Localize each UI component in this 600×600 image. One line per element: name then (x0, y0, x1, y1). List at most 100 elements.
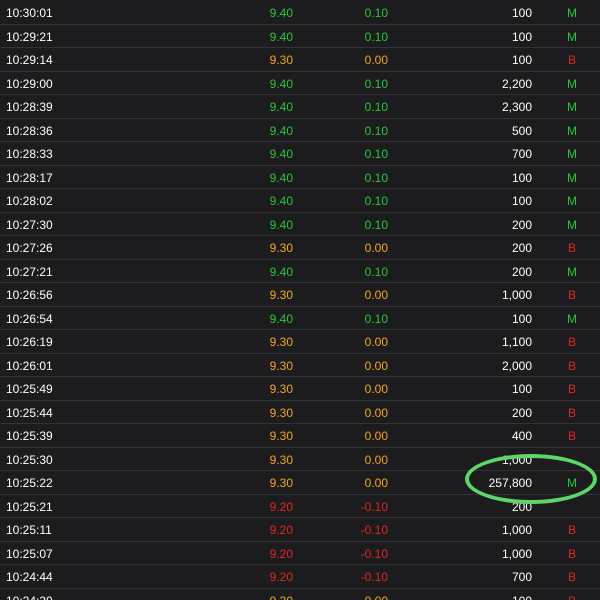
trade-time: 10:28:33 (6, 147, 53, 161)
trade-side-badge: B (567, 288, 576, 302)
trade-row[interactable]: 10:25:49 9.30 0.00 100 B (0, 377, 600, 401)
trade-list: 10:30:01 9.40 0.10 100 M 10:29:21 9.40 0… (0, 0, 600, 600)
trade-volume: 2,300 (501, 100, 532, 114)
trade-time: 10:25:49 (6, 382, 53, 396)
trade-change: 0.10 (364, 29, 388, 44)
trade-time: 10:27:26 (6, 241, 53, 255)
trade-row[interactable]: 10:25:21 9.20 -0.10 200 (0, 495, 600, 518)
trade-time: 10:24:30 (6, 594, 53, 600)
trade-row[interactable]: 10:29:00 9.40 0.10 2,200 M (0, 72, 600, 95)
trade-side-badge: B (567, 241, 576, 255)
trade-row[interactable]: 10:24:44 9.20 -0.10 700 B (0, 565, 600, 589)
trade-change: 0.00 (364, 452, 388, 467)
trade-volume: 200 (511, 241, 532, 255)
trade-volume: 1,000 (501, 288, 532, 302)
trade-row[interactable]: 10:24:30 9.30 0.00 100 B (0, 589, 600, 600)
trade-side-badge: B (567, 53, 576, 67)
trade-side-badge: M (567, 147, 577, 161)
trade-side-badge: M (567, 123, 577, 138)
trade-row[interactable]: 10:26:54 9.40 0.10 100 M (0, 307, 600, 330)
trade-row[interactable]: 10:25:22 9.30 0.00 257,800 M (0, 471, 600, 495)
trade-price: 9.40 (269, 170, 293, 185)
trade-volume: 2,000 (501, 358, 532, 373)
trade-volume: 1,000 (501, 452, 532, 467)
trade-volume: 100 (511, 6, 532, 20)
trade-volume: 100 (511, 311, 532, 326)
trade-time: 10:26:56 (6, 288, 53, 302)
trade-side-badge: B (567, 335, 576, 349)
trade-time: 10:28:39 (6, 100, 53, 114)
trade-volume: 1,100 (501, 335, 532, 349)
trade-time: 10:30:01 (6, 6, 53, 20)
trade-time: 10:26:01 (6, 358, 53, 373)
trade-change: 0.10 (364, 264, 388, 279)
trade-side-badge: M (567, 29, 577, 44)
trade-side-badge: M (567, 100, 577, 114)
trade-change: -0.10 (360, 499, 388, 514)
trade-time: 10:25:30 (6, 452, 53, 467)
trade-change: 0.10 (364, 170, 388, 185)
trade-volume: 100 (511, 29, 532, 44)
trade-row[interactable]: 10:25:30 9.30 0.00 1,000 (0, 448, 600, 471)
trade-row[interactable]: 10:27:26 9.30 0.00 200 B (0, 236, 600, 260)
trade-change: 0.00 (364, 53, 388, 67)
trade-change: 0.10 (364, 123, 388, 138)
trade-volume: 200 (511, 264, 532, 279)
trade-row[interactable]: 10:28:39 9.40 0.10 2,300 M (0, 95, 600, 119)
trade-time: 10:25:22 (6, 476, 53, 490)
trade-volume: 500 (511, 123, 532, 138)
trade-volume: 400 (511, 429, 532, 443)
trade-price: 9.30 (269, 288, 293, 302)
trade-row[interactable]: 10:25:11 9.20 -0.10 1,000 B (0, 518, 600, 542)
trade-price: 9.30 (269, 476, 293, 490)
trade-row[interactable]: 10:25:07 9.20 -0.10 1,000 B (0, 542, 600, 565)
trade-row[interactable]: 10:28:33 9.40 0.10 700 M (0, 142, 600, 166)
trade-time: 10:25:39 (6, 429, 53, 443)
trade-side-badge: B (567, 570, 576, 584)
trade-price: 9.40 (269, 29, 293, 44)
trade-row[interactable]: 10:25:44 9.30 0.00 200 B (0, 401, 600, 424)
trade-row[interactable]: 10:29:14 9.30 0.00 100 B (0, 48, 600, 72)
trade-volume: 200 (511, 499, 532, 514)
trade-row[interactable]: 10:28:36 9.40 0.10 500 M (0, 119, 600, 142)
trade-time: 10:27:30 (6, 217, 53, 232)
trade-row[interactable]: 10:28:02 9.40 0.10 100 M (0, 189, 600, 213)
trade-change: 0.00 (364, 382, 388, 396)
trade-price: 9.30 (269, 405, 293, 420)
trade-side-badge: M (567, 311, 577, 326)
trade-side-badge: B (567, 523, 576, 537)
trade-side-badge: B (567, 382, 576, 396)
trade-volume: 700 (511, 147, 532, 161)
trade-row[interactable]: 10:26:19 9.30 0.00 1,100 B (0, 330, 600, 354)
trade-price: 9.40 (269, 194, 293, 208)
trade-change: 0.00 (364, 476, 388, 490)
trade-change: 0.10 (364, 194, 388, 208)
trade-row[interactable]: 10:28:17 9.40 0.10 100 M (0, 166, 600, 189)
trade-time: 10:25:11 (6, 523, 52, 537)
trade-price: 9.30 (269, 335, 293, 349)
trade-change: 0.10 (364, 217, 388, 232)
trade-change: 0.00 (364, 241, 388, 255)
trade-price: 9.40 (269, 123, 293, 138)
trade-time: 10:28:17 (6, 170, 53, 185)
trade-time: 10:26:19 (6, 335, 53, 349)
trade-change: 0.10 (364, 6, 388, 20)
trade-side-badge: M (567, 194, 577, 208)
trade-price: 9.40 (269, 76, 293, 91)
trade-row[interactable]: 10:27:21 9.40 0.10 200 M (0, 260, 600, 283)
trade-price: 9.30 (269, 241, 293, 255)
trade-row[interactable]: 10:25:39 9.30 0.00 400 B (0, 424, 600, 448)
trade-time: 10:25:44 (6, 405, 53, 420)
trade-row[interactable]: 10:26:01 9.30 0.00 2,000 B (0, 354, 600, 377)
trade-volume: 100 (511, 170, 532, 185)
trade-change: -0.10 (360, 546, 388, 561)
trade-row[interactable]: 10:29:21 9.40 0.10 100 M (0, 25, 600, 48)
trade-row[interactable]: 10:27:30 9.40 0.10 200 M (0, 213, 600, 236)
trade-change: 0.00 (364, 335, 388, 349)
trade-volume: 100 (511, 382, 532, 396)
trade-row[interactable]: 10:30:01 9.40 0.10 100 M (0, 1, 600, 25)
trade-row[interactable]: 10:26:56 9.30 0.00 1,000 B (0, 283, 600, 307)
trade-price: 9.30 (269, 358, 293, 373)
trade-volume: 1,000 (501, 546, 532, 561)
trade-time: 10:29:00 (6, 76, 53, 91)
